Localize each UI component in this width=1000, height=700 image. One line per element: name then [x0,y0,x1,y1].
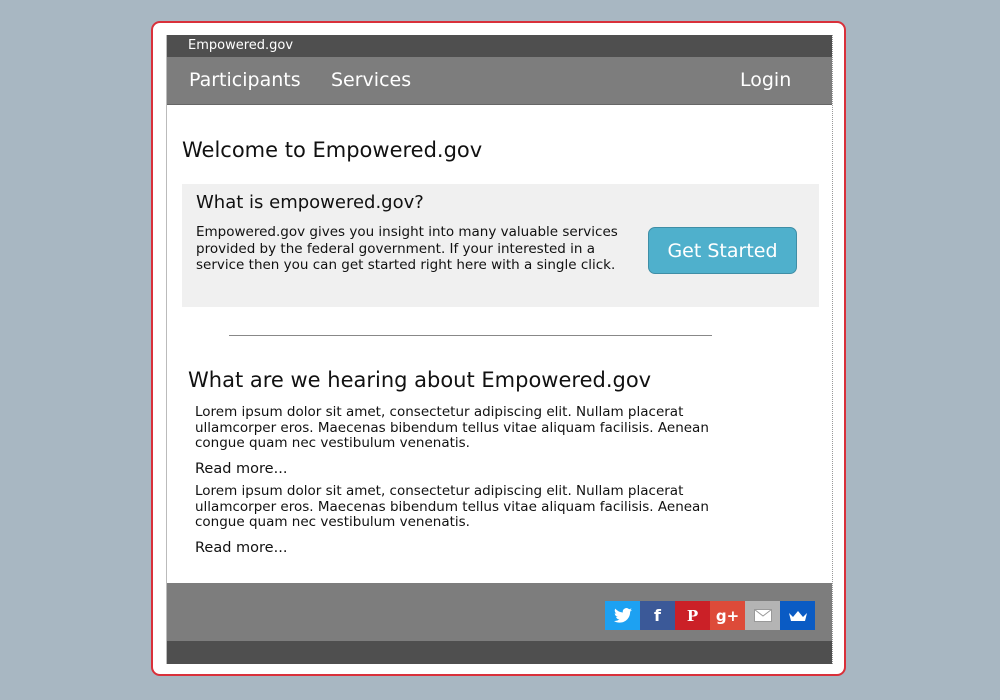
crown-icon[interactable] [780,601,815,630]
pinterest-icon[interactable]: P [675,601,710,630]
testimonial-text: Lorem ipsum dolor sit amet, consectetur … [195,483,709,530]
nav-participants[interactable]: Participants [189,69,301,91]
email-icon[interactable] [745,601,780,630]
site-brand: Empowered.gov [188,38,294,53]
twitter-icon[interactable] [605,601,640,630]
get-started-button[interactable]: Get Started [648,227,797,274]
facebook-icon[interactable]: f [640,601,675,630]
nav-login[interactable]: Login [740,69,791,91]
read-more-link[interactable]: Read more... [195,540,287,556]
footer: f P g+ [167,583,832,641]
read-more-link[interactable]: Read more... [195,461,287,477]
section-heading: What are we hearing about Empowered.gov [188,368,652,392]
bottom-bar [167,641,832,664]
social-links: f P g+ [605,601,815,630]
page-title: Welcome to Empowered.gov [182,138,483,162]
top-bar: Empowered.gov [167,35,832,57]
info-panel: What is empowered.gov? Empowered.gov giv… [182,184,819,307]
nav-services[interactable]: Services [331,69,411,91]
testimonial-text: Lorem ipsum dolor sit amet, consectetur … [195,404,709,451]
google-plus-icon[interactable]: g+ [710,601,745,630]
info-heading: What is empowered.gov? [196,192,424,213]
nav-bar: Participants Services Login [167,57,832,105]
page-container: Empowered.gov Participants Services Logi… [166,35,833,664]
info-description: Empowered.gov gives you insight into man… [196,224,618,273]
divider [229,335,712,336]
